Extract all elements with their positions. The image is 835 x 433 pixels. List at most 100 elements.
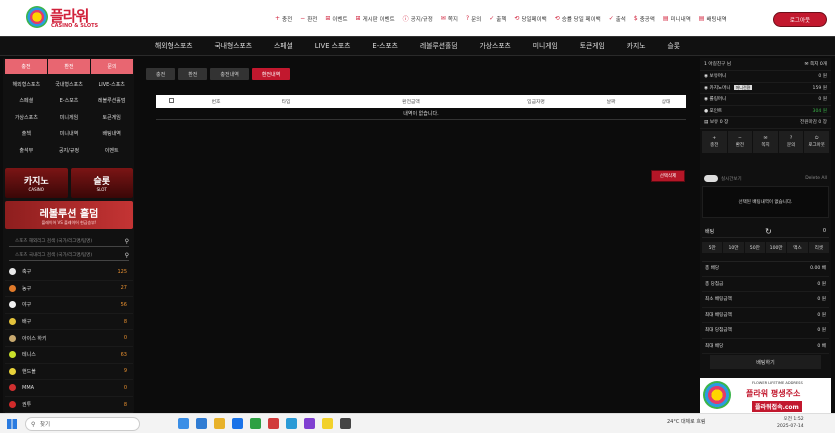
search-icon[interactable]: ⚲ — [125, 238, 129, 245]
select-all-checkbox[interactable] — [156, 98, 186, 105]
left-tab[interactable]: 문의 — [91, 59, 133, 74]
top-menu-item[interactable]: ✓ 출석 — [609, 14, 626, 23]
amount-button[interactable]: 리셋 — [808, 242, 829, 253]
sport-item[interactable]: MMA 0 — [5, 380, 133, 397]
amount-button[interactable]: 5만 — [702, 242, 723, 253]
taskbar-search[interactable]: ⚲ 찾기 — [25, 417, 140, 431]
holdem-banner[interactable]: 레볼루션 홀덤 플레이어 VS 플레이어 현금승부! — [5, 201, 133, 229]
top-menu-item[interactable]: ⓘ 공지/규정 — [403, 14, 433, 23]
content-tab[interactable]: 환전내역 — [251, 68, 291, 80]
address-banner[interactable]: FLOWER LIFETIME ADDRESS 플라워 평생주소 플라워접속.c… — [700, 378, 831, 414]
main-nav-item[interactable]: 해외형스포츠 — [144, 37, 204, 55]
search-icon[interactable]: ⚲ — [125, 252, 129, 259]
delete-selected-button[interactable]: 선택삭제 — [651, 170, 685, 182]
sport-item[interactable]: 축구 125 — [5, 264, 133, 281]
app-icon[interactable] — [286, 418, 297, 429]
clock[interactable]: 오전 1:52 2025-07-14 — [777, 416, 804, 430]
main-nav-item[interactable]: 슬롯 — [657, 37, 692, 55]
top-menu-item[interactable]: + 충전 — [275, 14, 292, 23]
top-menu-item[interactable]: ✓ 출첵 — [489, 14, 506, 23]
slot-banner[interactable]: 슬롯 SLOT — [70, 168, 133, 198]
main-nav-item[interactable]: 토큰게임 — [569, 37, 616, 55]
top-menu-item[interactable]: ⊞ 게시판 이벤트 — [356, 14, 395, 23]
left-menu-item[interactable]: 이벤트 — [90, 142, 133, 159]
place-bet-button[interactable]: 배팅하기 — [710, 355, 821, 369]
amount-button[interactable]: 100만 — [765, 242, 787, 253]
left-menu-item[interactable]: 국내형스포츠 — [48, 76, 91, 93]
top-menu-item[interactable]: ▤ 배팅내역 — [699, 14, 727, 23]
amount-button[interactable]: 10만 — [723, 242, 744, 253]
file-explorer-icon[interactable] — [214, 418, 225, 429]
sport-item[interactable]: 테니스 63 — [5, 347, 133, 364]
money-convert-button[interactable]: 머니전환 — [733, 84, 753, 90]
left-menu-item[interactable]: 스페셜 — [5, 93, 48, 110]
user-action-button[interactable]: + 충전 — [702, 130, 727, 153]
main-nav-item[interactable]: 스페셜 — [263, 37, 304, 55]
edge-icon[interactable] — [196, 418, 207, 429]
left-menu-item[interactable]: E-스포츠 — [48, 93, 91, 110]
live-view-switch[interactable] — [704, 174, 718, 182]
left-menu-item[interactable]: 해외형스포츠 — [5, 76, 48, 93]
left-menu-item[interactable]: 출석부 — [5, 142, 48, 159]
left-menu-item[interactable]: 가상스포츠 — [5, 109, 48, 126]
weather-tray[interactable]: 24°C 대체로 흐림 — [667, 418, 706, 425]
sport-item[interactable]: 농구 27 — [5, 281, 133, 298]
task-view-icon[interactable] — [178, 418, 189, 429]
left-menu-item[interactable]: 공지/규정 — [48, 142, 91, 159]
left-menu-item[interactable]: 토큰게임 — [90, 109, 133, 126]
content-tab[interactable]: 환전 — [178, 68, 208, 80]
message-count[interactable]: ✉ 쪽지 0개 — [805, 61, 827, 67]
left-tab[interactable]: 충전 — [5, 59, 47, 74]
left-menu-item[interactable]: LIVE-스포츠 — [90, 76, 133, 93]
casino-banner[interactable]: 카지노 CASINO — [5, 168, 68, 198]
sport-item[interactable]: 핸드볼 9 — [5, 364, 133, 381]
left-menu-item[interactable]: 출첵 — [5, 126, 48, 143]
sport-item[interactable]: 배구 8 — [5, 314, 133, 331]
domestic-league-search[interactable]: 스포츠 국내리그 검색 (국가/리그명/팀명) ⚲ — [9, 250, 129, 261]
logout-button[interactable]: 로그아웃 — [773, 12, 827, 27]
kakaotalk-icon[interactable] — [322, 418, 333, 429]
content-tab[interactable]: 충전내역 — [210, 68, 249, 80]
amount-button[interactable]: 50만 — [744, 242, 765, 253]
left-menu-item[interactable]: 배팅내역 — [90, 126, 133, 143]
main-nav-item[interactable]: 가상스포츠 — [468, 37, 521, 55]
sport-item[interactable]: 아이스 하키 0 — [5, 330, 133, 347]
app-icon[interactable] — [340, 418, 351, 429]
main-nav-item[interactable]: 카지노 — [616, 37, 657, 55]
user-action-button[interactable]: ⏻ 로그아웃 — [804, 130, 829, 153]
amount-button[interactable]: 맥스 — [787, 242, 808, 253]
left-menu-item[interactable]: 레볼루션홀덤 — [90, 93, 133, 110]
left-menu-item[interactable]: 미니내역 — [48, 126, 91, 143]
opera-icon[interactable] — [268, 418, 279, 429]
top-menu-item[interactable]: ⟲ 당일페이백 — [514, 14, 546, 23]
top-menu-item[interactable]: ? 문의 — [466, 14, 481, 23]
top-menu-item[interactable]: ✉ 쪽지 — [441, 14, 458, 23]
top-menu-item[interactable]: − 환전 — [300, 14, 317, 23]
content-tab[interactable]: 충전 — [146, 68, 176, 80]
delete-all-link[interactable]: Delete All — [805, 176, 827, 181]
left-menu-item[interactable]: 미니게임 — [48, 109, 91, 126]
app-icon[interactable] — [304, 418, 315, 429]
top-menu-item[interactable]: $ 충공액 — [634, 14, 655, 23]
main-nav-item[interactable]: 레볼루션홀덤 — [409, 37, 469, 55]
main-nav-item[interactable]: E-스포츠 — [361, 37, 409, 55]
refresh-icon[interactable]: ↻ — [765, 227, 772, 236]
sport-count: 125 — [117, 268, 127, 275]
user-action-button[interactable]: − 환전 — [727, 130, 753, 153]
user-action-button[interactable]: ✉ 쪽지 — [753, 130, 778, 153]
start-windows-icon[interactable] — [7, 419, 17, 429]
overseas-league-search[interactable]: 스포츠 해외리그 검색 (국가/리그명/팀명) ⚲ — [9, 236, 129, 247]
top-menu-item[interactable]: ▤ 미니내역 — [663, 14, 691, 23]
chrome-icon[interactable] — [250, 418, 261, 429]
main-nav-item[interactable]: 미니게임 — [522, 37, 569, 55]
top-menu-item[interactable]: ⟲ 승률 당일 페이백 — [555, 14, 601, 23]
site-logo[interactable]: 플라워 CASINO & SLOTS — [26, 4, 106, 32]
user-action-button[interactable]: ? 문의 — [778, 130, 804, 153]
store-icon[interactable] — [232, 418, 243, 429]
sport-item[interactable]: 권투 8 — [5, 397, 133, 414]
main-nav-item[interactable]: 국내형스포츠 — [203, 37, 263, 55]
top-menu-item[interactable]: ⊞ 이벤트 — [325, 14, 347, 23]
main-nav-item[interactable]: LIVE 스포츠 — [304, 37, 362, 55]
left-tab[interactable]: 환전 — [48, 59, 90, 74]
sport-item[interactable]: 야구 56 — [5, 297, 133, 314]
